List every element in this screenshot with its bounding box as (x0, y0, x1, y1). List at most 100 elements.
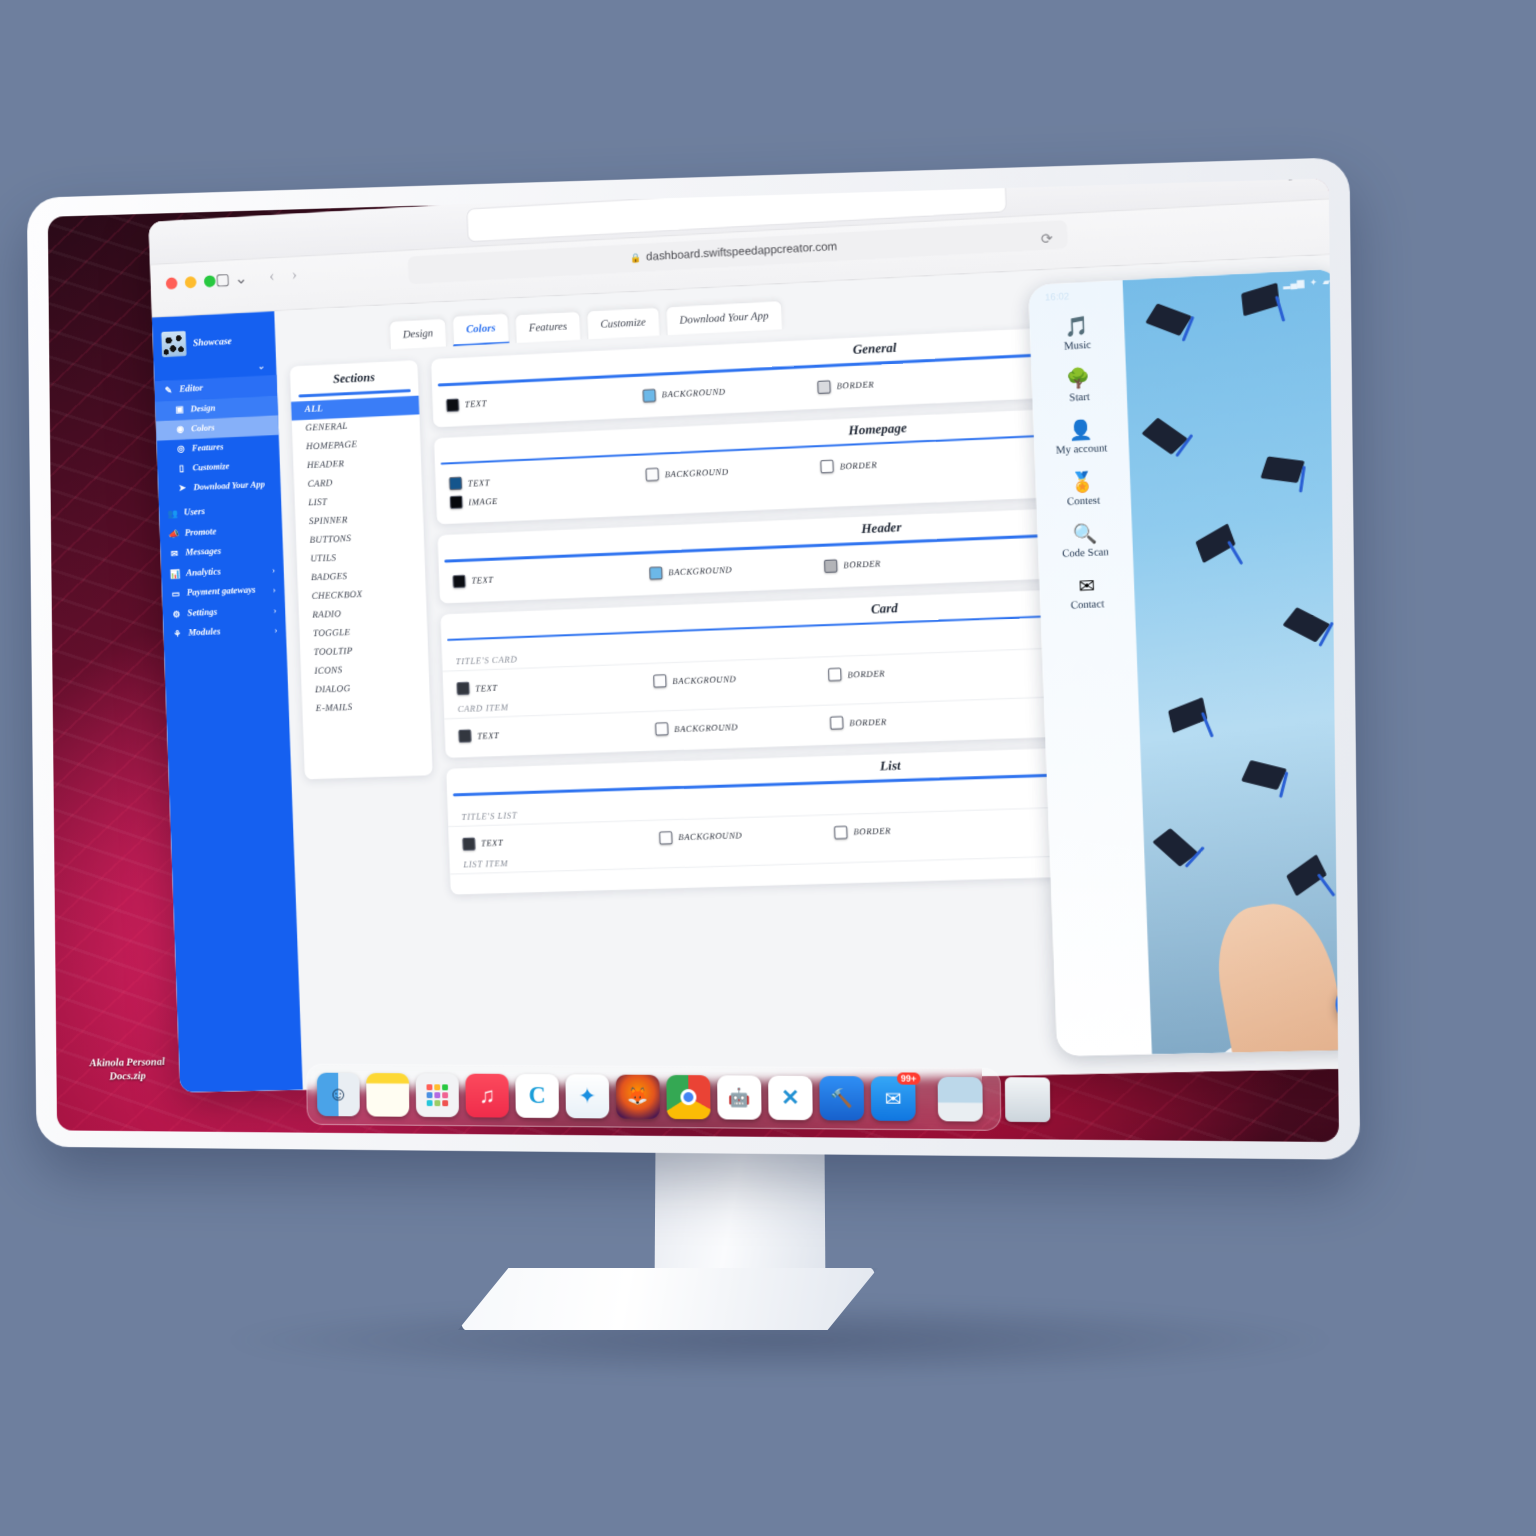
color-swatch[interactable] (829, 716, 844, 730)
color-swatch[interactable] (642, 388, 656, 402)
swatch-cell-text[interactable]: TEXT (446, 389, 643, 412)
swatch-label: BACKGROUND (661, 386, 726, 400)
preview-menu-item-start[interactable]: 🌳 Start (1031, 358, 1127, 414)
dock-item-finder[interactable]: ☺ (316, 1072, 360, 1117)
color-swatch[interactable] (449, 495, 463, 509)
back-icon[interactable]: ‹ (269, 266, 275, 286)
swatch-cell-background[interactable]: BACKGROUND (659, 826, 834, 845)
swatch-cell-text[interactable]: TEXT (452, 567, 650, 588)
dock-item-launchpad[interactable] (415, 1073, 460, 1118)
sidebar-item-modules[interactable]: ⚘ Modules › (163, 620, 286, 645)
color-swatch[interactable] (834, 825, 848, 839)
color-swatch[interactable] (645, 467, 659, 482)
dock-item-trash[interactable] (1004, 1077, 1051, 1123)
browser-window: ⇪ + ▢ ⌄ ‹ › (148, 178, 1340, 1093)
swatch-cell-border[interactable]: BORDER (817, 378, 874, 394)
swatch-cell-background[interactable]: BACKGROUND (642, 380, 818, 402)
swatch-label: BORDER (843, 558, 882, 570)
color-swatch[interactable] (655, 722, 669, 736)
new-tab-icon[interactable]: + (1324, 178, 1334, 183)
dock-item-photos-folder[interactable] (937, 1076, 983, 1122)
color-swatch[interactable] (649, 566, 663, 580)
dock-item-android-studio[interactable]: 🤖 (717, 1075, 762, 1120)
medal-icon: 🏅 (1070, 472, 1096, 495)
preview-menu-item-my-account[interactable]: 👤 My account (1033, 410, 1129, 466)
dock-item-firefox[interactable]: 🦊 (615, 1074, 660, 1119)
color-swatch[interactable] (462, 836, 476, 851)
minimize-window-button[interactable] (184, 276, 197, 289)
color-swatch[interactable] (659, 830, 673, 845)
color-swatch[interactable] (817, 379, 831, 394)
preview-menu-item-contact[interactable]: ✉ Contact (1039, 566, 1136, 622)
swatch-cell-border[interactable]: BORDER (829, 715, 887, 730)
color-swatch[interactable] (828, 667, 842, 682)
dock-item-safari[interactable]: ✦ (565, 1074, 610, 1119)
close-window-button[interactable] (165, 277, 178, 290)
dock-item-mail[interactable]: ✉ 99+ (870, 1072, 921, 1122)
maximize-window-button[interactable] (203, 275, 216, 288)
forward-icon[interactable]: › (291, 265, 297, 285)
preview-menu-item-code-scan[interactable]: 🔍 Code Scan (1037, 514, 1134, 570)
sidebar-toggle-button[interactable]: ▢ ⌄ (215, 268, 248, 289)
dock-item-chrome[interactable] (666, 1074, 711, 1120)
dock-item-music[interactable]: ♫ (465, 1073, 509, 1118)
graduation-cap (1168, 697, 1215, 738)
swatch-cell-border[interactable]: BORDER (823, 557, 882, 573)
color-swatch[interactable] (820, 459, 834, 474)
swatch-label: BACKGROUND (672, 673, 737, 686)
sidebar-item-label: Editor (179, 383, 204, 395)
modules-icon: ⚘ (173, 629, 182, 640)
color-swatch[interactable] (458, 729, 472, 743)
sidebar-item-label: Promote (184, 526, 217, 539)
swatch-label: TEXT (464, 398, 488, 410)
section-item-emails[interactable]: E-MAILS (302, 696, 430, 719)
features-icon: ◎ (177, 443, 185, 454)
app-preview: 16:02 🎵 Music 🌳 Start 👤 My account 🏅 Con… (1028, 268, 1340, 1057)
envelope-icon: ✉ (170, 548, 179, 559)
firefox-icon: 🦊 (627, 1086, 649, 1106)
swatch-label: BACKGROUND (668, 564, 733, 578)
qr-scan-icon: 🔍 (1072, 523, 1098, 547)
editor-body: Sections ALL GENERAL HOMEPAGE HEADER CAR… (276, 268, 1340, 1057)
tab-download-your-app[interactable]: Download Your App (665, 300, 784, 336)
gear-icon: ⚙ (172, 609, 181, 620)
dock-item-edge[interactable]: C (515, 1073, 560, 1119)
preview-menu-item-music[interactable]: 🎵 Music (1029, 307, 1125, 364)
sidebar-item-label: Customize (192, 460, 230, 473)
swatch-cell-border[interactable]: BORDER (828, 666, 885, 682)
swatch-cell-border[interactable]: BORDER (834, 824, 891, 839)
monitor-scene: Akinola Personal Docs.zip ⇪ + (0, 0, 1536, 1536)
swatch-cell-text[interactable]: TEXT (458, 723, 655, 743)
swatch-cell-border[interactable]: BORDER (820, 458, 877, 474)
reload-icon[interactable]: ⟳ (1041, 230, 1054, 248)
swatch-cell-background[interactable]: BACKGROUND (655, 717, 830, 736)
color-swatch[interactable] (449, 476, 463, 491)
compass-icon: ✦ (578, 1083, 597, 1109)
preview-menu-label: My account (1055, 442, 1108, 457)
dock-item-xcode[interactable]: 🔨 (819, 1075, 865, 1121)
preview-menu-item-contest[interactable]: 🏅 Contest (1035, 462, 1132, 518)
desktop-file-icon[interactable]: Akinola Personal Docs.zip (75, 1056, 180, 1085)
tab-customize[interactable]: Customize (586, 306, 661, 340)
share-icon[interactable]: ⇪ (1283, 178, 1298, 185)
tab-colors[interactable]: Colors (451, 312, 510, 347)
preview-menu-label: Contest (1066, 495, 1101, 508)
music-note-icon: ♫ (478, 1082, 496, 1108)
dock-item-notes[interactable] (366, 1072, 410, 1117)
screen: Akinola Personal Docs.zip ⇪ + (47, 178, 1340, 1143)
swatch-cell-background[interactable]: BACKGROUND (649, 559, 824, 580)
color-swatch[interactable] (446, 398, 460, 412)
brand[interactable]: Showcase (152, 319, 276, 367)
tab-features[interactable]: Features (514, 310, 582, 344)
swatch-label: BORDER (839, 459, 878, 471)
color-swatch[interactable] (452, 574, 466, 588)
sidebar-item-label: Users (183, 507, 206, 518)
finder-icon: ☺ (328, 1083, 349, 1105)
browser-toolbar-right-icons: ⇪ + (1283, 178, 1334, 185)
tab-design[interactable]: Design (388, 317, 448, 350)
color-swatch[interactable] (456, 681, 470, 696)
color-swatch[interactable] (653, 674, 667, 688)
phone-status-icons: ▂▄▆ ✦ ▰ (1283, 276, 1330, 290)
dock-item-vscode[interactable]: ✕ (768, 1075, 813, 1121)
color-swatch[interactable] (823, 558, 838, 573)
